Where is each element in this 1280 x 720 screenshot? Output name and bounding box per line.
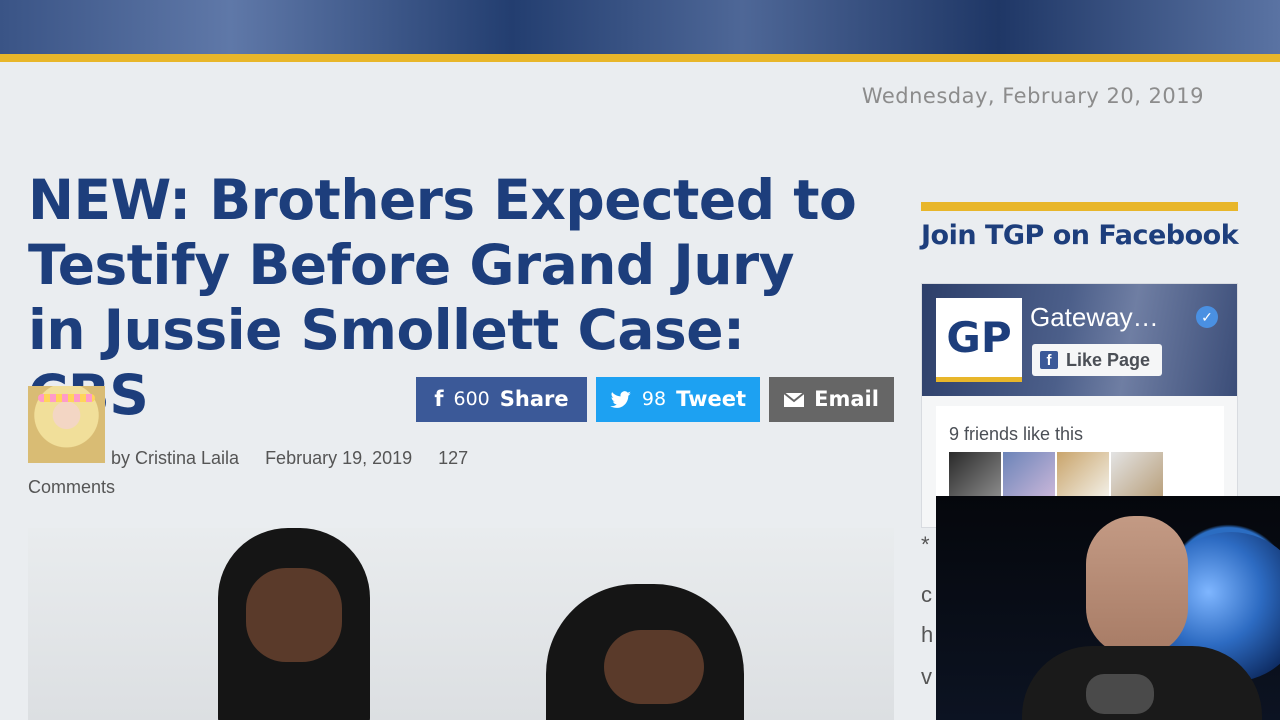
friend-thumbnails bbox=[949, 452, 1163, 496]
email-share-label: Email bbox=[814, 387, 879, 411]
friends-like-text: 9 friends like this bbox=[949, 424, 1084, 444]
facebook-page-widget: GP Gateway… ✓ f Like Page 9 friends like… bbox=[921, 283, 1238, 528]
banner-stripe bbox=[0, 54, 1280, 62]
email-share-button[interactable]: Email bbox=[769, 377, 894, 422]
site-banner bbox=[0, 0, 1280, 54]
hooded-figure-right bbox=[546, 584, 744, 720]
microphone bbox=[1086, 674, 1154, 714]
facebook-like-page-button[interactable]: f Like Page bbox=[1032, 344, 1163, 376]
verified-icon: ✓ bbox=[1196, 306, 1218, 328]
email-icon bbox=[784, 392, 805, 407]
sidebar-snippet: * bbox=[921, 532, 930, 557]
sidebar-accent-rule bbox=[921, 202, 1238, 211]
article-date: February 19, 2019 bbox=[265, 448, 413, 468]
twitter-share-label: Tweet bbox=[676, 387, 747, 411]
comments-count[interactable]: 127 bbox=[438, 448, 468, 468]
facebook-share-label: Share bbox=[499, 387, 569, 411]
facebook-cover-photo: GP Gateway… ✓ f Like Page bbox=[922, 284, 1237, 396]
avatar-flower-crown bbox=[38, 394, 95, 402]
hooded-figure-left bbox=[218, 528, 370, 720]
twitter-share-count: 98 bbox=[641, 388, 667, 410]
webcam-overlay bbox=[936, 496, 1280, 720]
sidebar-title: Join TGP on Facebook bbox=[921, 220, 1239, 251]
facebook-icon: f bbox=[434, 387, 444, 411]
facebook-share-button[interactable]: f 600 Share bbox=[416, 377, 587, 422]
facebook-page-name[interactable]: Gateway… bbox=[1030, 302, 1180, 333]
sidebar-snippet: h bbox=[921, 622, 934, 647]
gateway-pundit-logo[interactable]: GP bbox=[936, 298, 1022, 382]
article-hero-image bbox=[28, 528, 894, 720]
like-page-label: Like Page bbox=[1066, 349, 1151, 370]
friend-avatar[interactable] bbox=[949, 452, 1001, 496]
friend-avatar[interactable] bbox=[1111, 452, 1163, 496]
sidebar-snippet: v bbox=[921, 664, 932, 689]
article-meta: by Cristina Laila February 19, 2019 127 Co… bbox=[28, 444, 528, 502]
comments-label[interactable]: Comments bbox=[28, 477, 115, 497]
presenter-head bbox=[1086, 516, 1188, 656]
friend-avatar[interactable] bbox=[1003, 452, 1055, 496]
friend-avatar[interactable] bbox=[1057, 452, 1109, 496]
facebook-icon: f bbox=[1040, 351, 1058, 369]
twitter-share-button[interactable]: 98 Tweet bbox=[596, 377, 760, 422]
facebook-share-count: 600 bbox=[453, 388, 490, 410]
page-date: Wednesday, February 20, 2019 bbox=[861, 84, 1204, 108]
author-name[interactable]: by Cristina Laila bbox=[111, 448, 239, 468]
sidebar-snippet: c bbox=[921, 582, 932, 607]
twitter-icon bbox=[610, 390, 631, 408]
